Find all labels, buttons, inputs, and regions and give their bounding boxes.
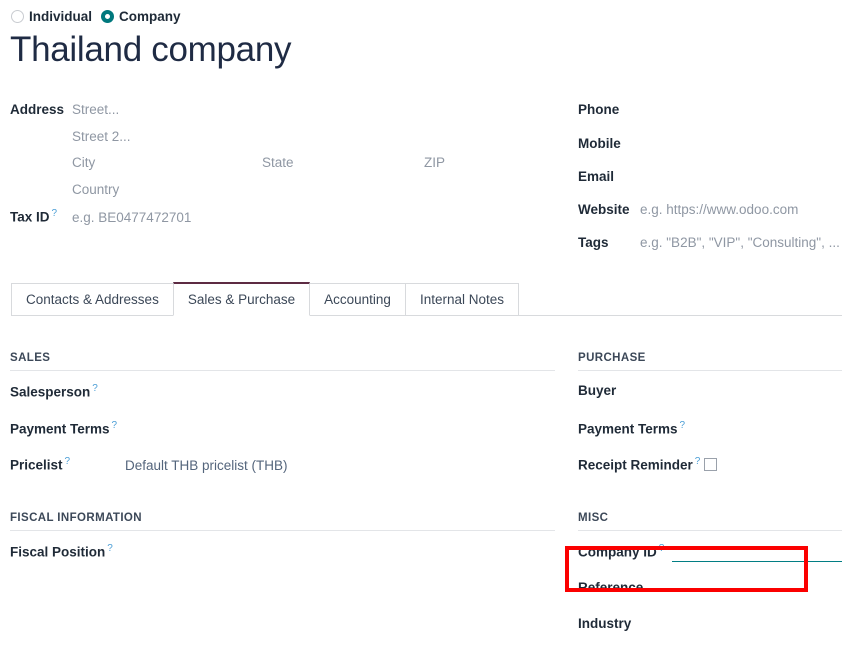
- salesperson-row: Salesperson?: [10, 383, 555, 420]
- phone-row: Phone: [578, 102, 842, 136]
- tab-contacts-addresses-label: Contacts & Addresses: [26, 292, 159, 307]
- tab-internal-notes[interactable]: Internal Notes: [405, 283, 519, 316]
- purchase-section-title: PURCHASE: [578, 352, 842, 370]
- record-type-radio-group: Individual Company: [11, 10, 181, 24]
- tags-row: Tags e.g. "B2B", "VIP", "Consulting", ..…: [578, 235, 842, 262]
- pricelist-label: Pricelist?: [10, 456, 125, 473]
- mobile-label: Mobile: [578, 136, 640, 151]
- email-label: Email: [578, 169, 640, 184]
- purchase-section: PURCHASE Buyer Payment Terms? Receipt Re…: [578, 352, 842, 493]
- company-id-label-text: Company ID: [578, 545, 657, 560]
- industry-row: Industry: [578, 616, 842, 653]
- fiscal-position-help-icon[interactable]: ?: [107, 543, 113, 554]
- address-country-row: Country: [10, 182, 555, 209]
- radio-company-label: Company: [119, 10, 181, 24]
- receipt-reminder-label-text: Receipt Reminder: [578, 458, 693, 473]
- tax-id-input[interactable]: e.g. BE0477472701: [72, 210, 191, 225]
- tab-accounting-label: Accounting: [324, 292, 391, 307]
- purchase-section-divider: [578, 370, 842, 371]
- contact-form-page: Individual Company Thailand company Addr…: [0, 0, 842, 669]
- fiscal-section-divider: [10, 530, 555, 531]
- fiscal-position-label-text: Fiscal Position: [10, 545, 105, 560]
- tab-internal-notes-label: Internal Notes: [420, 292, 504, 307]
- street-input[interactable]: Street...: [72, 102, 119, 117]
- tax-id-row: Tax ID? e.g. BE0477472701: [10, 208, 555, 240]
- tab-contacts-addresses[interactable]: Contacts & Addresses: [11, 283, 174, 316]
- tab-sales-purchase[interactable]: Sales & Purchase: [173, 282, 310, 316]
- salesperson-help-icon[interactable]: ?: [92, 383, 98, 394]
- receipt-reminder-help-icon[interactable]: ?: [695, 456, 701, 467]
- receipt-reminder-label: Receipt Reminder?: [578, 456, 700, 473]
- purchase-payment-terms-row: Payment Terms?: [578, 420, 842, 457]
- sales-section: SALES Salesperson? Payment Terms? Pricel…: [10, 352, 555, 493]
- buyer-label: Buyer: [578, 383, 616, 398]
- receipt-reminder-checkbox[interactable]: [704, 458, 717, 471]
- misc-section-divider: [578, 530, 842, 531]
- address-label: Address: [10, 102, 72, 117]
- email-row: Email: [578, 169, 842, 202]
- tags-label: Tags: [578, 235, 640, 250]
- fiscal-position-label: Fiscal Position?: [10, 543, 113, 560]
- contact-column: Phone Mobile Email Website e.g. https://…: [578, 102, 842, 262]
- company-id-help-icon[interactable]: ?: [659, 543, 665, 554]
- tab-accounting[interactable]: Accounting: [309, 283, 406, 316]
- radio-company-icon[interactable]: [101, 10, 114, 23]
- buyer-row: Buyer: [578, 383, 842, 420]
- notebook-tabs: Contacts & Addresses Sales & Purchase Ac…: [11, 282, 842, 316]
- sales-payment-terms-help-icon[interactable]: ?: [112, 420, 118, 431]
- tax-id-label: Tax ID?: [10, 208, 72, 225]
- purchase-payment-terms-label: Payment Terms?: [578, 420, 685, 437]
- page-title[interactable]: Thailand company: [10, 31, 291, 70]
- radio-individual-label: Individual: [29, 10, 92, 24]
- sales-payment-terms-label-text: Payment Terms: [10, 421, 110, 436]
- company-id-label: Company ID?: [578, 543, 664, 560]
- fiscal-position-row: Fiscal Position?: [10, 543, 555, 580]
- company-id-input[interactable]: [672, 544, 842, 562]
- salesperson-label-text: Salesperson: [10, 385, 90, 400]
- tax-id-label-text: Tax ID: [10, 210, 50, 225]
- website-label: Website: [578, 202, 640, 217]
- salesperson-label: Salesperson?: [10, 383, 125, 400]
- sales-section-divider: [10, 370, 555, 371]
- radio-option-individual[interactable]: Individual: [11, 10, 92, 24]
- radio-option-company[interactable]: Company: [101, 10, 181, 24]
- country-input[interactable]: Country: [72, 182, 119, 197]
- sales-payment-terms-label: Payment Terms?: [10, 420, 125, 437]
- fiscal-information-section: FISCAL INFORMATION Fiscal Position?: [10, 512, 555, 580]
- address-column: Address Street... Street 2... City State…: [10, 102, 555, 240]
- misc-section-title: MISC: [578, 512, 842, 530]
- phone-label: Phone: [578, 102, 640, 117]
- company-id-row: Company ID?: [578, 543, 842, 580]
- website-input[interactable]: e.g. https://www.odoo.com: [640, 202, 798, 217]
- tax-id-help-icon[interactable]: ?: [52, 208, 58, 219]
- radio-individual-icon[interactable]: [11, 10, 24, 23]
- website-row: Website e.g. https://www.odoo.com: [578, 202, 842, 235]
- misc-section: MISC Company ID? Reference Industry: [578, 512, 842, 653]
- fiscal-section-title: FISCAL INFORMATION: [10, 512, 555, 530]
- pricelist-help-icon[interactable]: ?: [65, 456, 71, 467]
- purchase-payment-terms-help-icon[interactable]: ?: [680, 420, 686, 431]
- contact-details-form: Address Street... Street 2... City State…: [0, 102, 842, 262]
- reference-label: Reference: [578, 580, 643, 595]
- sales-section-title: SALES: [10, 352, 555, 370]
- reference-row: Reference: [578, 580, 842, 617]
- sales-payment-terms-row: Payment Terms?: [10, 420, 555, 457]
- street2-input[interactable]: Street 2...: [72, 129, 131, 144]
- tab-sales-purchase-label: Sales & Purchase: [188, 292, 295, 307]
- state-input[interactable]: State: [262, 155, 424, 170]
- tags-input[interactable]: e.g. "B2B", "VIP", "Consulting", ...: [640, 235, 840, 250]
- zip-input[interactable]: ZIP: [424, 155, 445, 170]
- receipt-reminder-row: Receipt Reminder?: [578, 456, 842, 493]
- city-input[interactable]: City: [72, 155, 262, 170]
- mobile-row: Mobile: [578, 136, 842, 169]
- address-street-row: Address Street...: [10, 102, 555, 129]
- pricelist-label-text: Pricelist: [10, 458, 63, 473]
- industry-label: Industry: [578, 616, 631, 631]
- address-city-row: City State ZIP: [10, 155, 555, 182]
- pricelist-row: Pricelist? Default THB pricelist (THB): [10, 456, 555, 493]
- pricelist-value[interactable]: Default THB pricelist (THB): [125, 458, 288, 473]
- address-street2-row: Street 2...: [10, 129, 555, 156]
- purchase-payment-terms-label-text: Payment Terms: [578, 421, 678, 436]
